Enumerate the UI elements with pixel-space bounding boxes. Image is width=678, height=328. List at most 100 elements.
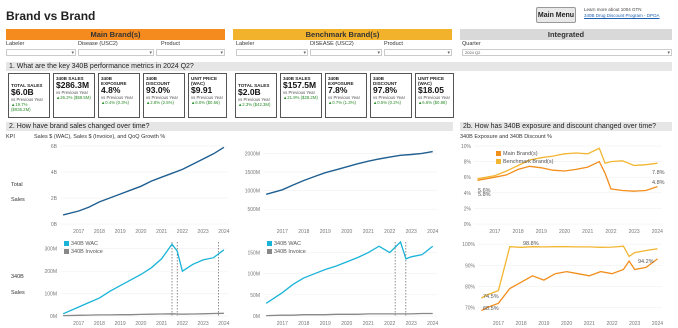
legend-swatch xyxy=(267,241,272,246)
bench-kpi-card: 340B EXPOSURE 7.8% vs Previous Year ▲0.7% (… xyxy=(325,73,367,118)
x-tick-label: 2019 xyxy=(320,229,331,235)
y-tick-label: 0% xyxy=(464,222,472,228)
bench-product-dropdown[interactable]: ▾ xyxy=(384,49,452,56)
x-tick-label: 2022 xyxy=(177,229,188,235)
y-tick-label: 150M xyxy=(247,251,260,257)
x-tick-label: 2017 xyxy=(277,321,288,327)
chevron-down-icon: ▾ xyxy=(149,50,152,56)
y-tick-label: 90% xyxy=(465,263,476,269)
main-kpi-card: 340B SALES $286.3M vs Previous Year ▲26.2% … xyxy=(53,73,95,118)
x-tick-label: 2021 xyxy=(582,229,593,235)
y-tick-label: 8% xyxy=(464,160,472,166)
x-tick-label: 2017 xyxy=(73,321,84,327)
bench-kpi-delta: ▲0.5% (0.2%) xyxy=(373,100,401,105)
bench-kpi-card: 340B SALES $157.5M vs Previous Year ▲21.9% … xyxy=(280,73,322,118)
y-tick-label: 300M xyxy=(44,247,57,253)
exposure-chart: 0% 2% 4% 6% 8% 10% 2017 2018 2019 2020 2021 2022 202… xyxy=(461,144,665,235)
data-label: 4.8% xyxy=(652,180,665,186)
x-tick-label: 2020 xyxy=(341,229,352,235)
bench-kpi-value: $157.5M xyxy=(283,80,317,90)
main-labeler-label: Labeler xyxy=(6,41,25,47)
main-kpi-card: 340B DISCOUNT 93.0% vs Previous Year ▲2.8% … xyxy=(143,73,185,118)
row-label-340b-2: Sales xyxy=(11,290,25,296)
x-tick-label: 2021 xyxy=(156,229,167,235)
chevron-down-icon: ▾ xyxy=(667,50,670,56)
x-tick-label: 2019 xyxy=(115,321,126,327)
main-labeler-dropdown[interactable]: ▾ xyxy=(6,49,76,56)
legend-label: Main Brand(s) xyxy=(503,151,538,157)
y-tick-label: 80% xyxy=(465,284,476,290)
y-tick-label: 2B xyxy=(51,196,58,202)
y-tick-label: 1500M xyxy=(245,170,260,176)
bench-kpi-card: TOTAL SALES $2.0B vs Previous Year ▲2.3% ($… xyxy=(235,73,277,118)
bench-disease-label: DISEASE (USC2) xyxy=(310,41,354,47)
bench-340b-sales-chart: 0M 50M 100M 150M 2017 2018 2019 2020 2021 2022 202… xyxy=(247,240,438,327)
integrated-band: Integrated xyxy=(460,29,672,40)
x-tick-label: 2021 xyxy=(584,321,595,327)
data-label: 74.5% xyxy=(483,294,499,300)
main-product-dropdown[interactable]: ▾ xyxy=(156,49,225,56)
y-tick-label: 6% xyxy=(464,175,472,181)
y-tick-label: 100M xyxy=(247,272,260,278)
x-tick-label: 2024 xyxy=(427,229,438,235)
data-label: 68.5% xyxy=(483,306,499,312)
main-kpi-delta: ▲2.8% (2.5%) xyxy=(146,100,174,105)
section-q2: 2. How have brand sales changed over tim… xyxy=(6,122,453,131)
main-kpi-value: $6.0B xyxy=(11,87,34,97)
series-line-0 xyxy=(62,146,225,216)
chevron-down-icon: ▾ xyxy=(447,50,450,56)
data-label: 5.8% xyxy=(478,192,491,198)
legend-label: 340B Invoice xyxy=(274,249,306,255)
x-tick-label: 2018 xyxy=(513,229,524,235)
legend-label: 340B WAC xyxy=(71,241,98,247)
y-tick-label: 2000M xyxy=(245,151,260,157)
legend-label: 340B Invoice xyxy=(71,249,103,255)
bench-kpi-delta: ▲21.9% ($28.2M) xyxy=(283,95,318,100)
bench-kpi-delta: ▲2.3% ($42.3M) xyxy=(238,102,271,107)
y-tick-label: 10% xyxy=(461,144,472,150)
quarter-dropdown[interactable]: 2024 Q2 ▾ xyxy=(462,49,672,56)
x-tick-label: 2023 xyxy=(629,321,640,327)
bench-kpi-delta: ▲6.6% ($0.88) xyxy=(418,100,447,105)
series-line-1 xyxy=(266,312,433,317)
x-tick-label: 2023 xyxy=(406,229,417,235)
y-tick-label: 50M xyxy=(250,293,260,299)
learn-more-link[interactable]: 340B Drug Discount Program - DPOA xyxy=(584,13,660,18)
bench-labeler-dropdown[interactable]: ▾ xyxy=(236,49,308,56)
main-brand-band: Main Brand(s) xyxy=(6,29,225,40)
kpi-label: KPI xyxy=(6,134,15,140)
x-tick-label: 2024 xyxy=(218,229,229,235)
series-line-0 xyxy=(266,150,433,195)
main-kpi-value: $286.3M xyxy=(56,80,90,90)
x-tick-label: 2020 xyxy=(341,321,352,327)
main-disease-label: Disease (USC2) xyxy=(78,41,118,47)
data-label: 94.2% xyxy=(638,259,654,265)
y-tick-label: 2% xyxy=(464,206,472,212)
main-disease-dropdown[interactable]: ▾ xyxy=(78,49,154,56)
series-line-0 xyxy=(477,160,658,192)
x-tick-label: 2019 xyxy=(320,321,331,327)
bench-kpi-value: $18.05 xyxy=(418,85,444,95)
main-menu-button[interactable]: Main Menu xyxy=(536,7,576,23)
x-tick-label: 2018 xyxy=(94,321,105,327)
chevron-down-icon: ▾ xyxy=(303,50,306,56)
legend-swatch xyxy=(64,249,69,254)
bench-total-sales-chart: 500M 1000M 1500M 2000M 2017 2018 2019 2020 2021 2… xyxy=(245,150,438,235)
bench-kpi-delta: ▲0.7% (1.3%) xyxy=(328,100,356,105)
chevron-down-icon: ▾ xyxy=(71,50,74,56)
legend-label: Benchmark Brand(s) xyxy=(503,159,554,165)
x-tick-label: 2022 xyxy=(605,229,616,235)
bench-kpi-value: 7.8% xyxy=(328,85,348,95)
main-340b-sales-chart: 0M 100M 200M 300M 2017 2018 2019 2020 2021 2022 20… xyxy=(44,241,230,327)
quarter-label: Quarter xyxy=(462,41,481,47)
x-tick-label: 2020 xyxy=(561,321,572,327)
main-kpi-card: UNIT PRICE (WAC) $9.91 vs Previous Year ▲6.… xyxy=(188,73,227,118)
x-tick-label: 2024 xyxy=(218,321,229,327)
quarter-value: 2024 Q2 xyxy=(465,50,481,55)
bench-disease-dropdown[interactable]: ▾ xyxy=(310,49,382,56)
y-tick-label: 0B xyxy=(51,222,58,228)
y-tick-label: 4% xyxy=(464,191,472,197)
x-tick-label: 2021 xyxy=(156,321,167,327)
x-tick-label: 2017 xyxy=(493,321,504,327)
main-product-label: Product xyxy=(161,41,180,47)
